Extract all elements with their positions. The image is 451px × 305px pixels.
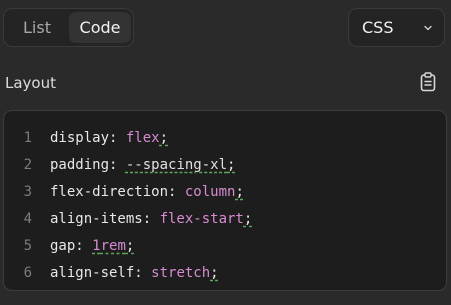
line-number: 3 bbox=[23, 183, 32, 200]
css-semicolon: ; bbox=[125, 237, 135, 254]
css-value: stretch bbox=[151, 264, 211, 281]
section-title: Layout bbox=[5, 74, 56, 92]
line-number: 6 bbox=[23, 264, 32, 281]
line-number: 5 bbox=[23, 237, 32, 254]
css-semicolon: ; bbox=[159, 129, 169, 146]
chevron-down-icon bbox=[424, 25, 432, 31]
code-editor[interactable]: 1 display: flex; 2 padding: --spacing-xl… bbox=[3, 110, 447, 291]
line-number: 2 bbox=[23, 156, 32, 173]
css-semicolon: ; bbox=[210, 264, 219, 281]
css-property: flex-direction bbox=[50, 183, 169, 200]
css-property: display bbox=[50, 129, 110, 146]
css-semicolon: ; bbox=[227, 156, 236, 173]
language-select-value: CSS bbox=[362, 18, 394, 37]
css-property: padding bbox=[50, 156, 110, 173]
tab-code[interactable]: Code bbox=[69, 12, 131, 43]
code-line: 2 padding: --spacing-xl; bbox=[4, 151, 446, 178]
css-value: flex-start bbox=[159, 210, 244, 227]
copy-button[interactable] bbox=[418, 72, 438, 96]
code-line: 5 gap: 1 rem; bbox=[4, 232, 446, 259]
css-value-unit: rem bbox=[100, 237, 126, 254]
code-line: 1 display: flex; bbox=[4, 124, 446, 151]
css-value: column bbox=[184, 183, 236, 200]
css-semicolon: ; bbox=[243, 210, 253, 227]
css-property: align-items bbox=[50, 210, 143, 227]
clipboard-icon bbox=[420, 72, 436, 96]
line-number: 1 bbox=[23, 129, 32, 146]
css-value-number: 1 bbox=[92, 237, 101, 254]
code-line: 3 flex-direction: column; bbox=[4, 178, 446, 205]
line-number: 4 bbox=[23, 210, 32, 227]
code-line: 6 align-self: stretch; bbox=[4, 259, 446, 286]
css-property: align-self bbox=[50, 264, 135, 281]
language-select[interactable]: CSS bbox=[348, 8, 445, 47]
css-semicolon: ; bbox=[235, 183, 244, 200]
tab-list[interactable]: List bbox=[7, 12, 67, 43]
css-value: --spacing-xl bbox=[125, 156, 228, 173]
view-tabs: List Code bbox=[3, 8, 134, 47]
code-line: 4 align-items: flex-start; bbox=[4, 205, 446, 232]
css-value: flex bbox=[125, 129, 160, 146]
css-property: gap bbox=[50, 237, 76, 254]
